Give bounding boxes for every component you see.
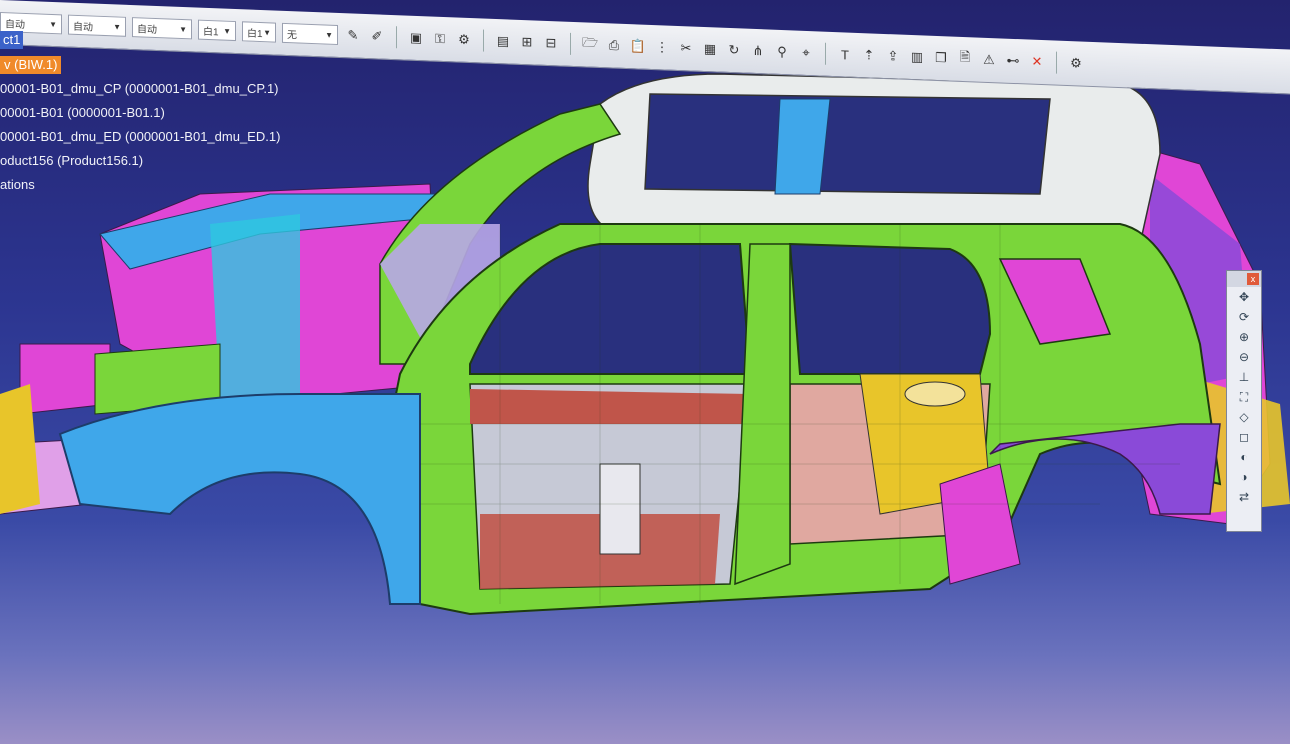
grid-icon[interactable]: ▦ — [701, 40, 719, 59]
painter-icon[interactable]: ✐ — [368, 27, 386, 46]
swap-icon[interactable]: ⇄ — [1227, 487, 1261, 507]
tree-node-label: v (BIW.1) — [0, 56, 62, 74]
toolbar-separator — [483, 29, 484, 52]
tree-node-dmu-cp[interactable]: 00001-B01_dmu_CP (0000001-B01_dmu_CP.1) — [0, 77, 340, 101]
save-icon[interactable]: ▣ — [407, 29, 425, 48]
toolbar-separator — [570, 32, 571, 55]
warning-icon[interactable]: ⚠ — [980, 51, 998, 70]
tree-root-label: ct1 — [0, 31, 24, 49]
print-icon[interactable]: ⎙ — [605, 36, 623, 55]
hide-show-icon[interactable]: ◑ — [1227, 467, 1261, 487]
rotate-icon[interactable]: ⟳ — [1227, 307, 1261, 327]
filter-icon[interactable]: ⚲ — [773, 43, 791, 62]
settings-icon[interactable]: ⚙ — [1067, 54, 1085, 73]
tree-icon[interactable]: ⊟ — [542, 34, 560, 53]
clipboard-icon[interactable]: 📋 — [629, 37, 647, 56]
tree-node-dmu-ed[interactable]: 00001-B01_dmu_ED (0000001-B01_dmu_ED.1) — [0, 125, 340, 149]
gear-icon[interactable]: ⚙ — [455, 30, 473, 49]
toolbar-separator — [396, 26, 397, 49]
lock-icon[interactable]: ⚿ — [431, 30, 449, 49]
iso-view-icon[interactable]: ◇ — [1227, 407, 1261, 427]
zoom-out-icon[interactable]: ⊖ — [1227, 347, 1261, 367]
tree-node-label: 00001-B01 (0000001-B01.1) — [0, 105, 165, 120]
update-icon[interactable]: ↻ — [725, 41, 743, 60]
tree-node-label: 00001-B01_dmu_CP (0000001-B01_dmu_CP.1) — [0, 81, 279, 96]
window-icon[interactable]: ▤ — [494, 32, 512, 51]
scissors-icon[interactable]: ✂ — [677, 39, 695, 58]
hierarchy-icon[interactable]: ⋔ — [749, 42, 767, 61]
tree-root[interactable]: ct1 — [0, 28, 340, 53]
text-icon[interactable]: T — [836, 45, 854, 64]
tree-node-product156[interactable]: oduct156 (Product156.1) — [0, 149, 340, 173]
link-icon[interactable]: ⊷ — [1004, 52, 1022, 71]
front-view-icon[interactable]: ◻ — [1227, 427, 1261, 447]
tree-node-biw[interactable]: v (BIW.1) — [0, 53, 340, 77]
document-save-icon[interactable]: 🗎 — [956, 49, 974, 69]
zoom-in-icon[interactable]: ⊕ — [1227, 327, 1261, 347]
pan-icon[interactable]: ✥ — [1227, 287, 1261, 307]
fit-all-icon[interactable]: ⛶ — [1227, 387, 1261, 407]
toolbar-separator — [825, 42, 826, 65]
open-folder-icon[interactable]: 🗁 — [581, 34, 599, 54]
insert-icon[interactable]: ⊞ — [518, 33, 536, 52]
paint-brush-icon[interactable]: ✎ — [344, 26, 362, 45]
document-copy-icon[interactable]: ❐ — [932, 49, 950, 68]
view-toolbar: x ✥ ⟳ ⊕ ⊖ ⊥ ⛶ ◇ ◻ ◐ ◑ ⇄ — [1226, 270, 1262, 532]
shading-icon[interactable]: ◐ — [1227, 447, 1261, 467]
view-toolbar-title[interactable]: x — [1227, 271, 1261, 287]
arrow-up-icon[interactable]: ⇡ — [860, 46, 878, 65]
front-fender — [58, 393, 421, 605]
tree-node-applications[interactable]: ations — [0, 173, 340, 197]
export-icon[interactable]: ⇪ — [884, 47, 902, 66]
tree-expand-icon[interactable]: ⋮ — [653, 38, 671, 57]
tree-node-b01[interactable]: 00001-B01 (0000001-B01.1) — [0, 101, 340, 125]
toolbar-separator — [1056, 51, 1057, 74]
document-icon[interactable]: ▥ — [908, 48, 926, 67]
tree-node-label: ations — [0, 177, 35, 192]
close-icon[interactable]: x — [1247, 273, 1259, 285]
tree-node-label: 00001-B01_dmu_ED (0000001-B01_dmu_ED.1) — [0, 129, 281, 144]
specification-tree: ct1 v (BIW.1) 00001-B01_dmu_CP (0000001-… — [0, 28, 340, 197]
body-side-panel — [388, 223, 1222, 616]
close-icon[interactable]: ✕ — [1028, 52, 1046, 71]
roof-panel — [587, 73, 1161, 245]
tree-node-label: oduct156 (Product156.1) — [0, 153, 144, 168]
measure-icon[interactable]: ⌖ — [797, 44, 815, 63]
normal-view-icon[interactable]: ⊥ — [1227, 367, 1261, 387]
